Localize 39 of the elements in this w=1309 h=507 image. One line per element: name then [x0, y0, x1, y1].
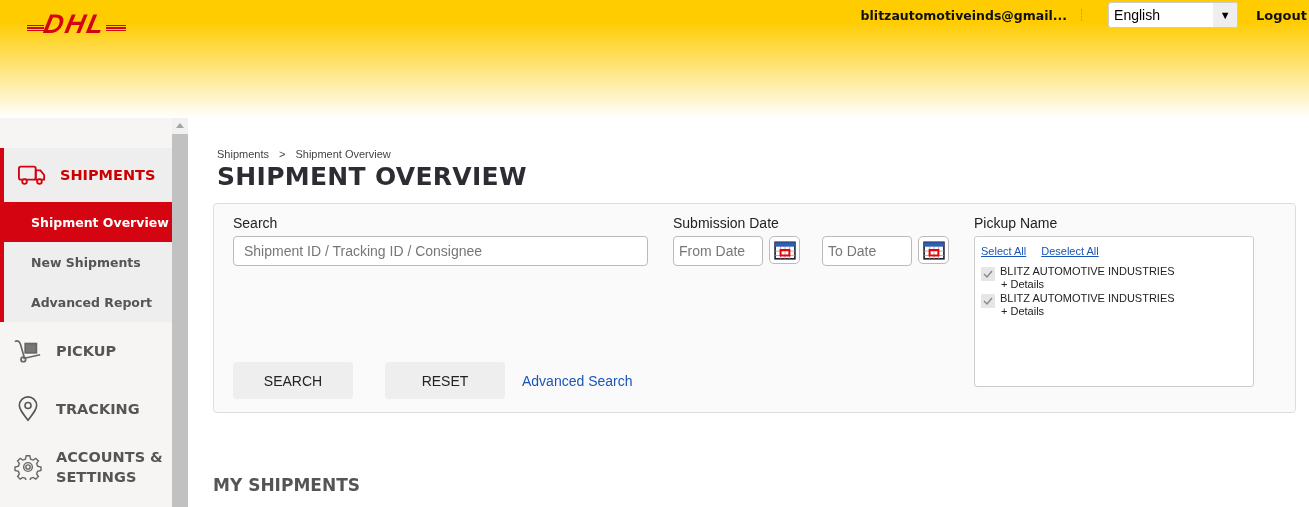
details-link[interactable]: + Details: [1001, 278, 1175, 290]
section-title: MY SHIPMENTS: [213, 475, 361, 495]
breadcrumb-link[interactable]: Shipments: [217, 148, 269, 160]
from-date-field[interactable]: From Date: [673, 236, 763, 266]
calendar-button[interactable]: [769, 236, 800, 264]
calendar-icon: [773, 240, 796, 260]
scrollbar[interactable]: [172, 118, 188, 507]
breadcrumb-link[interactable]: Shipment Overview: [295, 148, 391, 160]
nav-item[interactable]: TRACKING: [0, 380, 172, 438]
details-link[interactable]: + Details: [1001, 305, 1175, 317]
user-email[interactable]: blitzautomotiveinds@gmail...: [860, 7, 1068, 23]
select-all-link[interactable]: Select All: [981, 245, 1027, 257]
nav-subitem[interactable]: Advanced Report: [4, 282, 172, 322]
calendar-button[interactable]: [918, 236, 949, 264]
logo[interactable]: DHL: [27, 12, 126, 36]
deselect-all-link[interactable]: Deselect All: [1041, 245, 1099, 257]
calendar-icon: [922, 240, 945, 260]
field-label: Search: [233, 215, 279, 231]
search-button[interactable]: SEARCH: [233, 362, 353, 399]
nav-subitem[interactable]: New Shipments: [4, 242, 172, 282]
to-date-field[interactable]: To Date: [822, 236, 912, 266]
nav-item[interactable]: ACCOUNTS & SETTINGS: [0, 438, 172, 496]
checkbox[interactable]: [981, 294, 995, 308]
field-label: Submission Date: [673, 215, 780, 231]
language-select[interactable]: English ▼: [1108, 2, 1239, 28]
hand-truck-icon: [14, 338, 42, 364]
page-title: SHIPMENT OVERVIEW: [217, 162, 528, 191]
reset-button[interactable]: RESET: [385, 362, 505, 399]
pickup-name: BLITZ AUTOMOTIVE INDUSTRIES: [1000, 292, 1175, 304]
checkbox[interactable]: [981, 267, 995, 281]
breadcrumb-separator: >: [279, 148, 286, 160]
nav-item[interactable]: SHIPMENTS: [4, 148, 172, 202]
nav-item[interactable]: PICKUP: [0, 322, 172, 380]
settings-icon: [14, 454, 42, 480]
logout-link[interactable]: Logout: [1256, 7, 1307, 23]
field-label: Pickup Name: [974, 215, 1059, 231]
advanced-search-link[interactable]: Advanced Search: [522, 372, 633, 389]
search-field[interactable]: Shipment ID / Tracking ID / Consignee: [233, 236, 648, 266]
pickup-name: BLITZ AUTOMOTIVE INDUSTRIES: [1000, 265, 1175, 277]
